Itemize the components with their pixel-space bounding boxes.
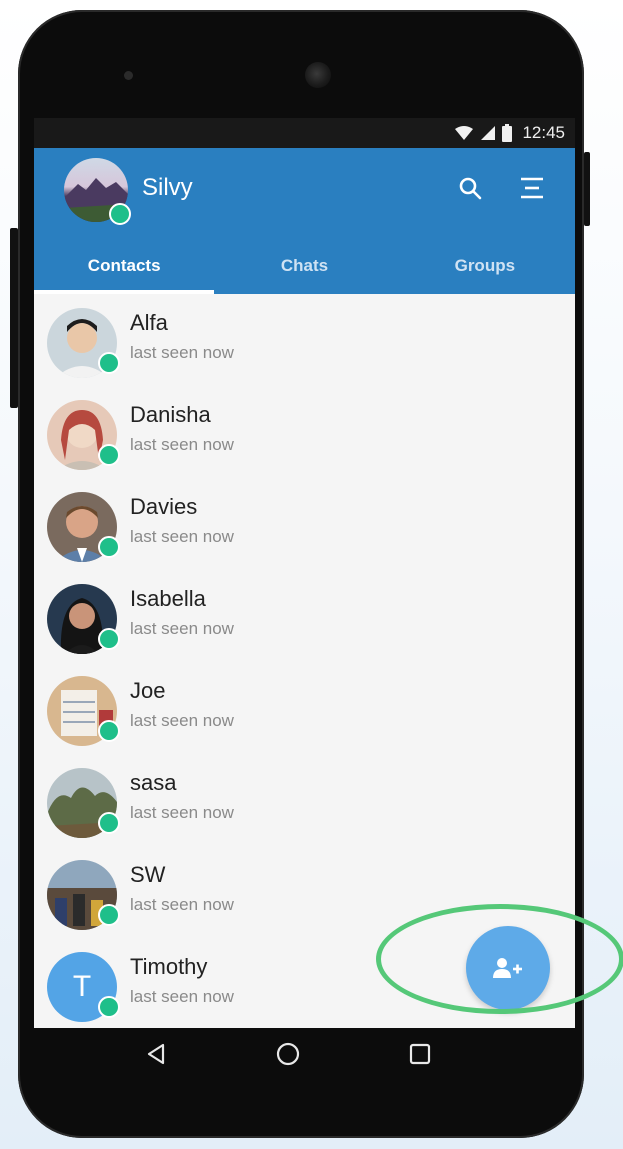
proximity-sensor: [124, 71, 133, 80]
online-dot: [98, 904, 120, 926]
contact-status: last seen now: [130, 619, 234, 638]
contact-status: last seen now: [130, 435, 234, 454]
tab-bar: Contacts Chats Groups: [34, 244, 575, 294]
online-dot: [98, 628, 120, 650]
contact-status: last seen now: [130, 527, 234, 546]
status-bar: 12:45: [34, 118, 575, 148]
online-dot: [98, 812, 120, 834]
tab-contacts[interactable]: Contacts: [34, 244, 215, 294]
home-button[interactable]: [266, 1032, 310, 1076]
recents-icon: [409, 1043, 431, 1065]
contact-name: sasa: [130, 770, 177, 795]
contact-status: last seen now: [130, 987, 234, 1006]
contact-name: Danisha: [130, 402, 211, 427]
search-icon: [459, 177, 482, 200]
app-bar: Silvy Contacts Chats Groups: [34, 148, 575, 294]
menu-button[interactable]: [514, 170, 550, 206]
contact-name: Isabella: [130, 586, 206, 611]
profile-online-dot: [109, 203, 131, 225]
contact-row[interactable]: Joe last seen now: [34, 662, 575, 754]
add-contact-icon: [493, 958, 522, 978]
contact-row[interactable]: Danisha last seen now: [34, 386, 575, 478]
online-dot: [98, 996, 120, 1018]
contact-name: Timothy: [130, 954, 208, 979]
online-dot: [98, 720, 120, 742]
home-icon: [276, 1042, 300, 1066]
volume-button: [10, 228, 18, 408]
menu-icon: [521, 177, 543, 199]
recents-button[interactable]: [398, 1032, 442, 1076]
signal-icon: [481, 126, 496, 140]
contact-name: Joe: [130, 678, 166, 703]
profile-name: Silvy: [142, 174, 193, 201]
back-icon: [147, 1043, 165, 1065]
contact-row[interactable]: SW last seen now: [34, 846, 575, 938]
front-camera: [305, 62, 331, 88]
power-button: [584, 152, 590, 226]
contact-row[interactable]: Alfa last seen now: [34, 294, 575, 386]
back-button[interactable]: [134, 1032, 178, 1076]
contact-row[interactable]: sasa last seen now: [34, 754, 575, 846]
contact-name: Davies: [130, 494, 198, 519]
contact-row[interactable]: Davies last seen now: [34, 478, 575, 570]
contact-status: last seen now: [130, 343, 234, 362]
contact-status: last seen now: [130, 711, 234, 730]
add-contact-button[interactable]: [466, 926, 550, 1010]
online-dot: [98, 352, 120, 374]
online-dot: [98, 536, 120, 558]
contact-status: last seen now: [130, 803, 234, 822]
online-dot: [98, 444, 120, 466]
tab-groups[interactable]: Groups: [395, 244, 575, 294]
tab-chats[interactable]: Chats: [214, 244, 394, 294]
contact-row[interactable]: Isabella last seen now: [34, 570, 575, 662]
contact-name: SW: [130, 862, 166, 887]
search-button[interactable]: [452, 170, 488, 206]
contact-name: Alfa: [130, 310, 168, 335]
contact-list: Alfa last seen now Danisha last seen now: [34, 294, 575, 1028]
status-time: 12:45: [522, 123, 565, 142]
app-screen: 12:45 Silvy Contacts Chats Groups Alfa l…: [34, 118, 575, 1028]
battery-icon: [502, 124, 513, 142]
wifi-icon: [455, 126, 474, 140]
contact-status: last seen now: [130, 895, 234, 914]
